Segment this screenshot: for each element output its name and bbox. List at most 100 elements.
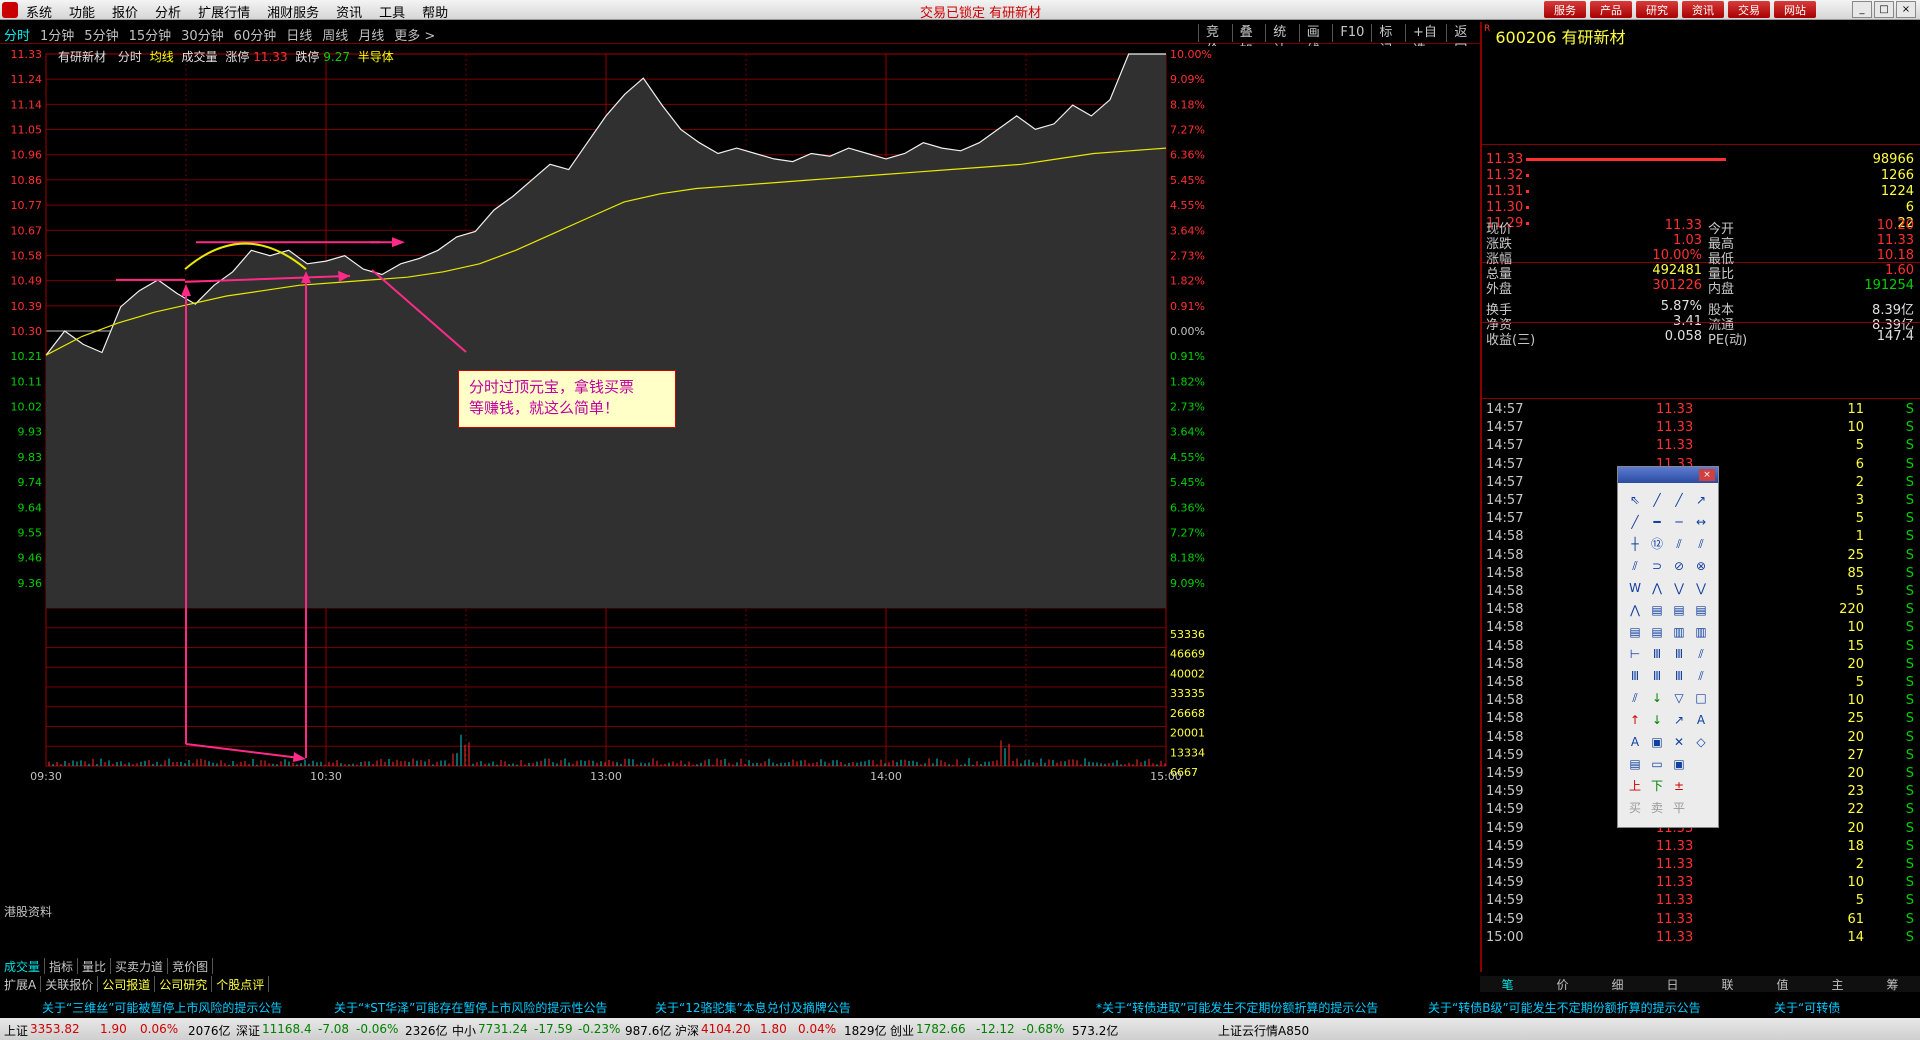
draw-tool-icon[interactable]: ⫽	[1690, 643, 1712, 665]
draw-tool-icon[interactable]: ─	[1668, 511, 1690, 533]
draw-tool-icon[interactable]: ▤	[1646, 599, 1668, 621]
draw-tool-icon[interactable]: ↔	[1690, 511, 1712, 533]
tab-30min[interactable]: 30分钟	[181, 25, 224, 44]
menu-xiangcai[interactable]: 湘财服务	[267, 2, 319, 21]
product-button[interactable]: 产品	[1590, 1, 1632, 18]
maximize-icon[interactable]: □	[1874, 1, 1894, 18]
tab-detail[interactable]: 细	[1611, 976, 1623, 992]
tab-f10[interactable]: F10	[1332, 24, 1371, 42]
draw-tool-icon[interactable]: 平	[1668, 797, 1690, 819]
menu-system[interactable]: 系统	[26, 2, 52, 21]
news-item[interactable]: 关于“可转债	[1774, 999, 1840, 1016]
news-item[interactable]: 关于“*ST华泽”可能存在暂停上市风险的提示性公告	[334, 999, 607, 1016]
minimize-icon[interactable]: _	[1852, 1, 1872, 18]
intraday-chart[interactable]: 11.33 11.24 11.14 11.05 10.96 10.86 10.77 10.67…	[0, 46, 1480, 958]
draw-tool-icon[interactable]: ⊃	[1646, 555, 1668, 577]
tab-related-quote[interactable]: 关联报价	[41, 976, 99, 992]
tab-ext-a[interactable]: 扩展A	[0, 976, 42, 992]
research-button[interactable]: 研究	[1636, 1, 1678, 18]
draw-tool-icon[interactable]: ⫽	[1690, 533, 1712, 555]
draw-tool-icon[interactable]: ⫽	[1690, 665, 1712, 687]
tab-volume[interactable]: 成交量	[0, 958, 46, 974]
draw-tool-icon[interactable]: ▤	[1690, 599, 1712, 621]
draw-tool-icon[interactable]: 买	[1624, 797, 1646, 819]
hk-info-label[interactable]: 港股资料	[4, 905, 52, 919]
news-item[interactable]: 关于“三维丝”可能被暂停上市风险的提示公告	[42, 999, 282, 1016]
menu-news[interactable]: 资讯	[336, 2, 362, 21]
menu-function[interactable]: 功能	[69, 2, 95, 21]
draw-tool-icon[interactable]: 卖	[1646, 797, 1668, 819]
tab-overlay[interactable]: 叠加	[1231, 24, 1266, 58]
close-icon[interactable]: ×	[1896, 1, 1916, 18]
draw-tool-icon[interactable]: 下	[1646, 775, 1668, 797]
tab-intraday[interactable]: 分时	[4, 25, 30, 44]
menu-analysis[interactable]: 分析	[155, 2, 181, 21]
draw-tool-icon[interactable]: ▤	[1624, 621, 1646, 643]
info-button[interactable]: 资讯	[1682, 1, 1724, 18]
draw-tool-icon[interactable]: ━	[1646, 511, 1668, 533]
tab-company-report[interactable]: 公司报道	[98, 976, 156, 992]
tab-value[interactable]: 值	[1776, 976, 1788, 992]
news-item[interactable]: 关于“12骆驼集”本息兑付及摘牌公告	[655, 999, 851, 1016]
draw-tool-icon[interactable]: ±	[1668, 775, 1690, 797]
tab-volume-ratio[interactable]: 量比	[78, 958, 112, 974]
draw-tool-icon[interactable]: ▥	[1690, 621, 1712, 643]
tab-chips[interactable]: 筹	[1886, 976, 1898, 992]
draw-tool-icon[interactable]: ⊢	[1624, 643, 1646, 665]
tab-weekly[interactable]: 周线	[322, 25, 348, 44]
tab-price[interactable]: 价	[1556, 976, 1568, 992]
tab-main[interactable]: 主	[1831, 976, 1843, 992]
menu-quote[interactable]: 报价	[112, 2, 138, 21]
tab-day[interactable]: 日	[1666, 976, 1678, 992]
draw-tool-icon[interactable]: A	[1624, 731, 1646, 753]
draw-tool-icon[interactable]: □	[1690, 687, 1712, 709]
draw-tool-icon[interactable]: ⇖	[1624, 489, 1646, 511]
tab-stock-comment[interactable]: 个股点评	[212, 976, 270, 992]
tab-60min[interactable]: 60分钟	[234, 25, 277, 44]
draw-tool-icon[interactable]: Ⅲ	[1668, 665, 1690, 687]
draw-tool-icon[interactable]: ↗	[1668, 709, 1690, 731]
tab-15min[interactable]: 15分钟	[129, 25, 172, 44]
draw-tool-icon[interactable]: ⫽	[1624, 555, 1646, 577]
draw-tool-icon[interactable]: ⋀	[1646, 577, 1668, 599]
draw-tool-icon[interactable]: ⑫	[1646, 533, 1668, 555]
draw-tool-icon[interactable]	[1690, 753, 1712, 775]
tab-trades[interactable]: 笔	[1501, 976, 1513, 992]
tab-more[interactable]: 更多 >	[394, 25, 435, 44]
draw-tool-icon[interactable]	[1690, 775, 1712, 797]
draw-tool-icon[interactable]: 上	[1624, 775, 1646, 797]
menu-tools[interactable]: 工具	[379, 2, 405, 21]
draw-tool-icon[interactable]: ▤	[1646, 621, 1668, 643]
tab-buy-sell-force[interactable]: 买卖力道	[111, 958, 169, 974]
tab-stats[interactable]: 统计	[1265, 24, 1299, 58]
draw-tool-icon[interactable]: ⫽	[1624, 687, 1646, 709]
menu-help[interactable]: 帮助	[422, 2, 448, 21]
draw-tool-icon[interactable]: ↓	[1646, 687, 1668, 709]
draw-tool-icon[interactable]: ✕	[1668, 731, 1690, 753]
tab-1min[interactable]: 1分钟	[40, 25, 74, 44]
tab-indicator[interactable]: 指标	[45, 958, 79, 974]
draw-tool-icon[interactable]: Ⅲ	[1624, 665, 1646, 687]
draw-tool-icon[interactable]: ⋁	[1690, 577, 1712, 599]
toolbox-close-icon[interactable]: ×	[1699, 469, 1715, 481]
tab-draw[interactable]: 画线	[1298, 24, 1333, 58]
trade-button[interactable]: 交易	[1728, 1, 1770, 18]
draw-tool-icon[interactable]: ▣	[1646, 731, 1668, 753]
tab-back[interactable]: 返回	[1446, 24, 1480, 58]
tab-5min[interactable]: 5分钟	[84, 25, 118, 44]
draw-tool-icon[interactable]: ▽	[1668, 687, 1690, 709]
tab-auction[interactable]: 竞价	[1198, 24, 1232, 58]
draw-tool-icon[interactable]: ⊗	[1690, 555, 1712, 577]
tab-mark[interactable]: 标记	[1371, 24, 1405, 58]
draw-tool-icon[interactable]: ▥	[1668, 621, 1690, 643]
website-button[interactable]: 网站	[1774, 1, 1816, 18]
draw-tool-icon[interactable]: ⋀	[1624, 599, 1646, 621]
draw-tool-icon[interactable]: ⋁	[1668, 577, 1690, 599]
menu-ext-market[interactable]: 扩展行情	[198, 2, 250, 21]
tab-daily[interactable]: 日线	[286, 25, 312, 44]
draw-tool-icon[interactable]: ↓	[1646, 709, 1668, 731]
news-item[interactable]: 关于“转债B级”可能发生不定期份额折算的提示公告	[1428, 999, 1701, 1016]
draw-tool-icon[interactable]: Ⅲ	[1668, 643, 1690, 665]
draw-tool-icon[interactable]: ⫽	[1668, 533, 1690, 555]
draw-tool-icon[interactable]: A	[1690, 709, 1712, 731]
